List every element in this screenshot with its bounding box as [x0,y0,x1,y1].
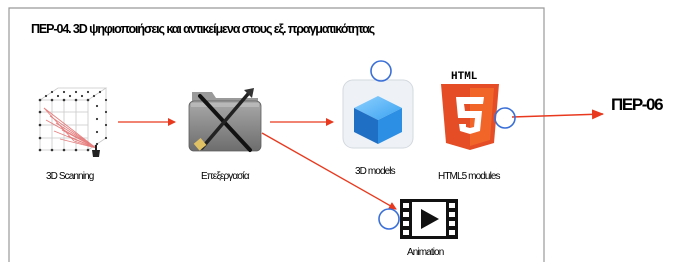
html5-logo-icon [441,84,499,150]
html5-logo-text: HTML [451,71,478,83]
diagram-svg [8,7,604,262]
label-3d-scanning: 3D Scanning [46,171,94,182]
diagram-canvas: ΠΕΡ-04. 3D ψηφιοποιήσεις και αντικείμενα… [0,0,674,269]
label-html5-modules: HTML5 modules [438,171,501,182]
label-animation: Animation [407,247,444,258]
film-play-icon [400,199,458,239]
connection-marker-models [370,60,392,82]
label-processing: Επεξεργασία [201,171,250,182]
connection-marker-html5 [494,107,516,129]
label-3d-models: 3D models [355,166,396,177]
target-per-06: ΠΕΡ-06 [611,95,664,114]
tools-folder-icon [188,88,262,152]
arrow-html5-to-target [511,109,604,120]
diagram-title: ΠΕΡ-04. 3D ψηφιοποιήσεις και αντικείμενα… [31,22,375,36]
connection-marker-animation [378,208,400,230]
3d-cube-icon [342,79,414,149]
3d-scanner-grid-icon [38,87,108,157]
